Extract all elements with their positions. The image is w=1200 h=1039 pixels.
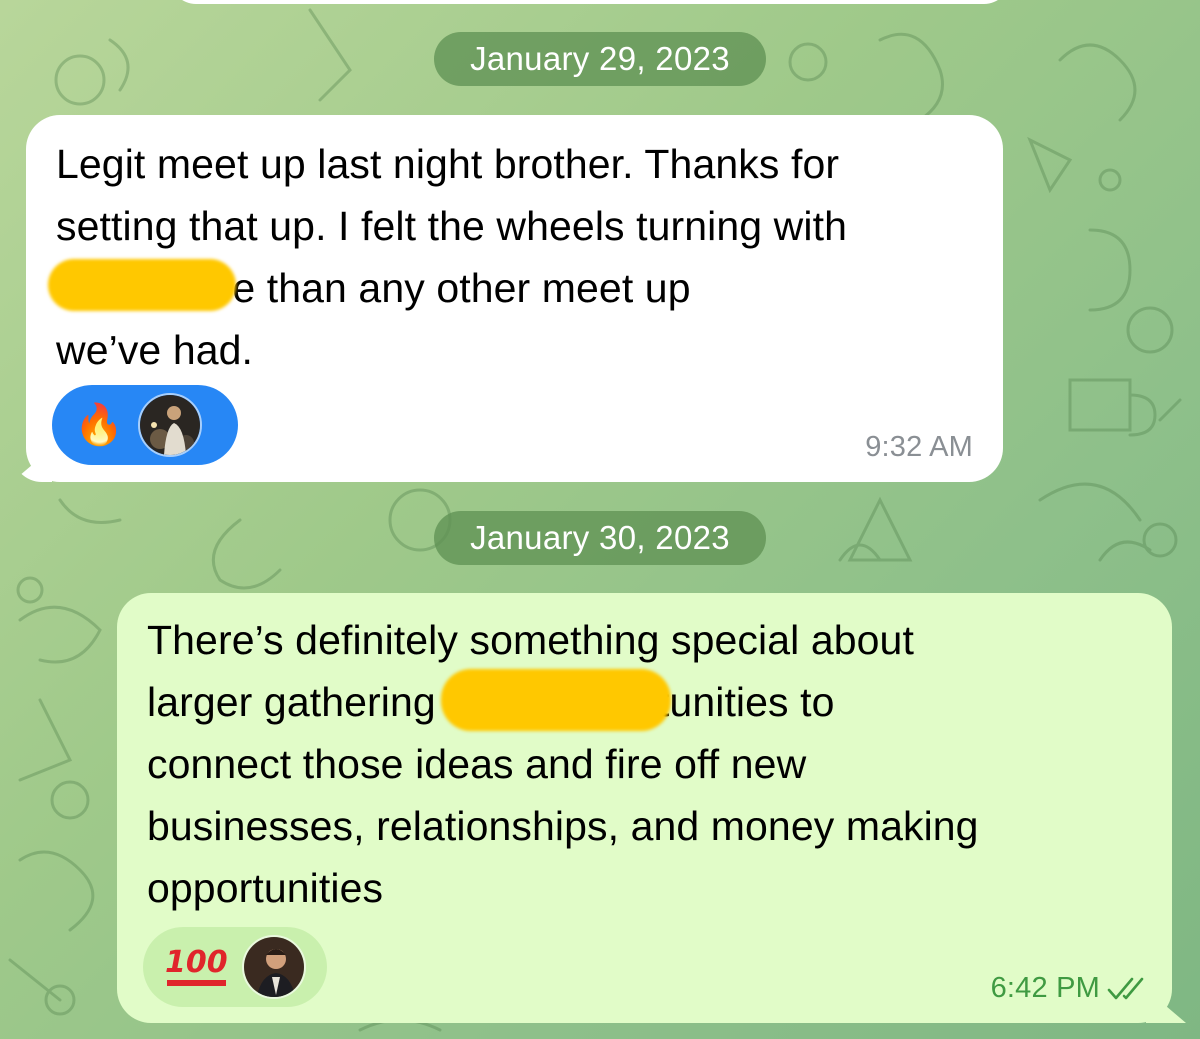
bubble-tail [1146,989,1186,1023]
outgoing-message-bubble[interactable]: There’s definitely something special abo… [117,593,1186,1023]
message-timestamp: 6:42 PM [991,972,1150,1005]
incoming-message-bubble[interactable]: Legit meet up last night brother. Thanks… [12,115,1003,482]
message-text: There’s definitely something special abo… [147,617,979,911]
redaction-mark [48,259,236,311]
reaction-chip-selected[interactable]: 🔥 [52,385,238,465]
previous-message-bubble-edge [170,0,1010,4]
reactor-avatar [137,393,202,457]
message-text: Legit meet up last night brother. Thanks… [56,141,847,373]
redaction-mark [441,669,671,731]
read-checkmarks-icon [1107,977,1144,999]
fire-emoji-icon: 🔥 [74,402,124,448]
date-separator: January 30, 2023 [434,511,766,565]
hundred-points-emoji-icon: 100 [165,948,228,986]
reactor-avatar [241,935,306,999]
bubble-tail [12,448,52,482]
reaction-chip[interactable]: 100 [143,927,327,1007]
timestamp-text: 6:42 PM [990,972,1100,1004]
message-timestamp: 9:32 AM [865,431,973,463]
date-separator: January 29, 2023 [434,32,766,86]
